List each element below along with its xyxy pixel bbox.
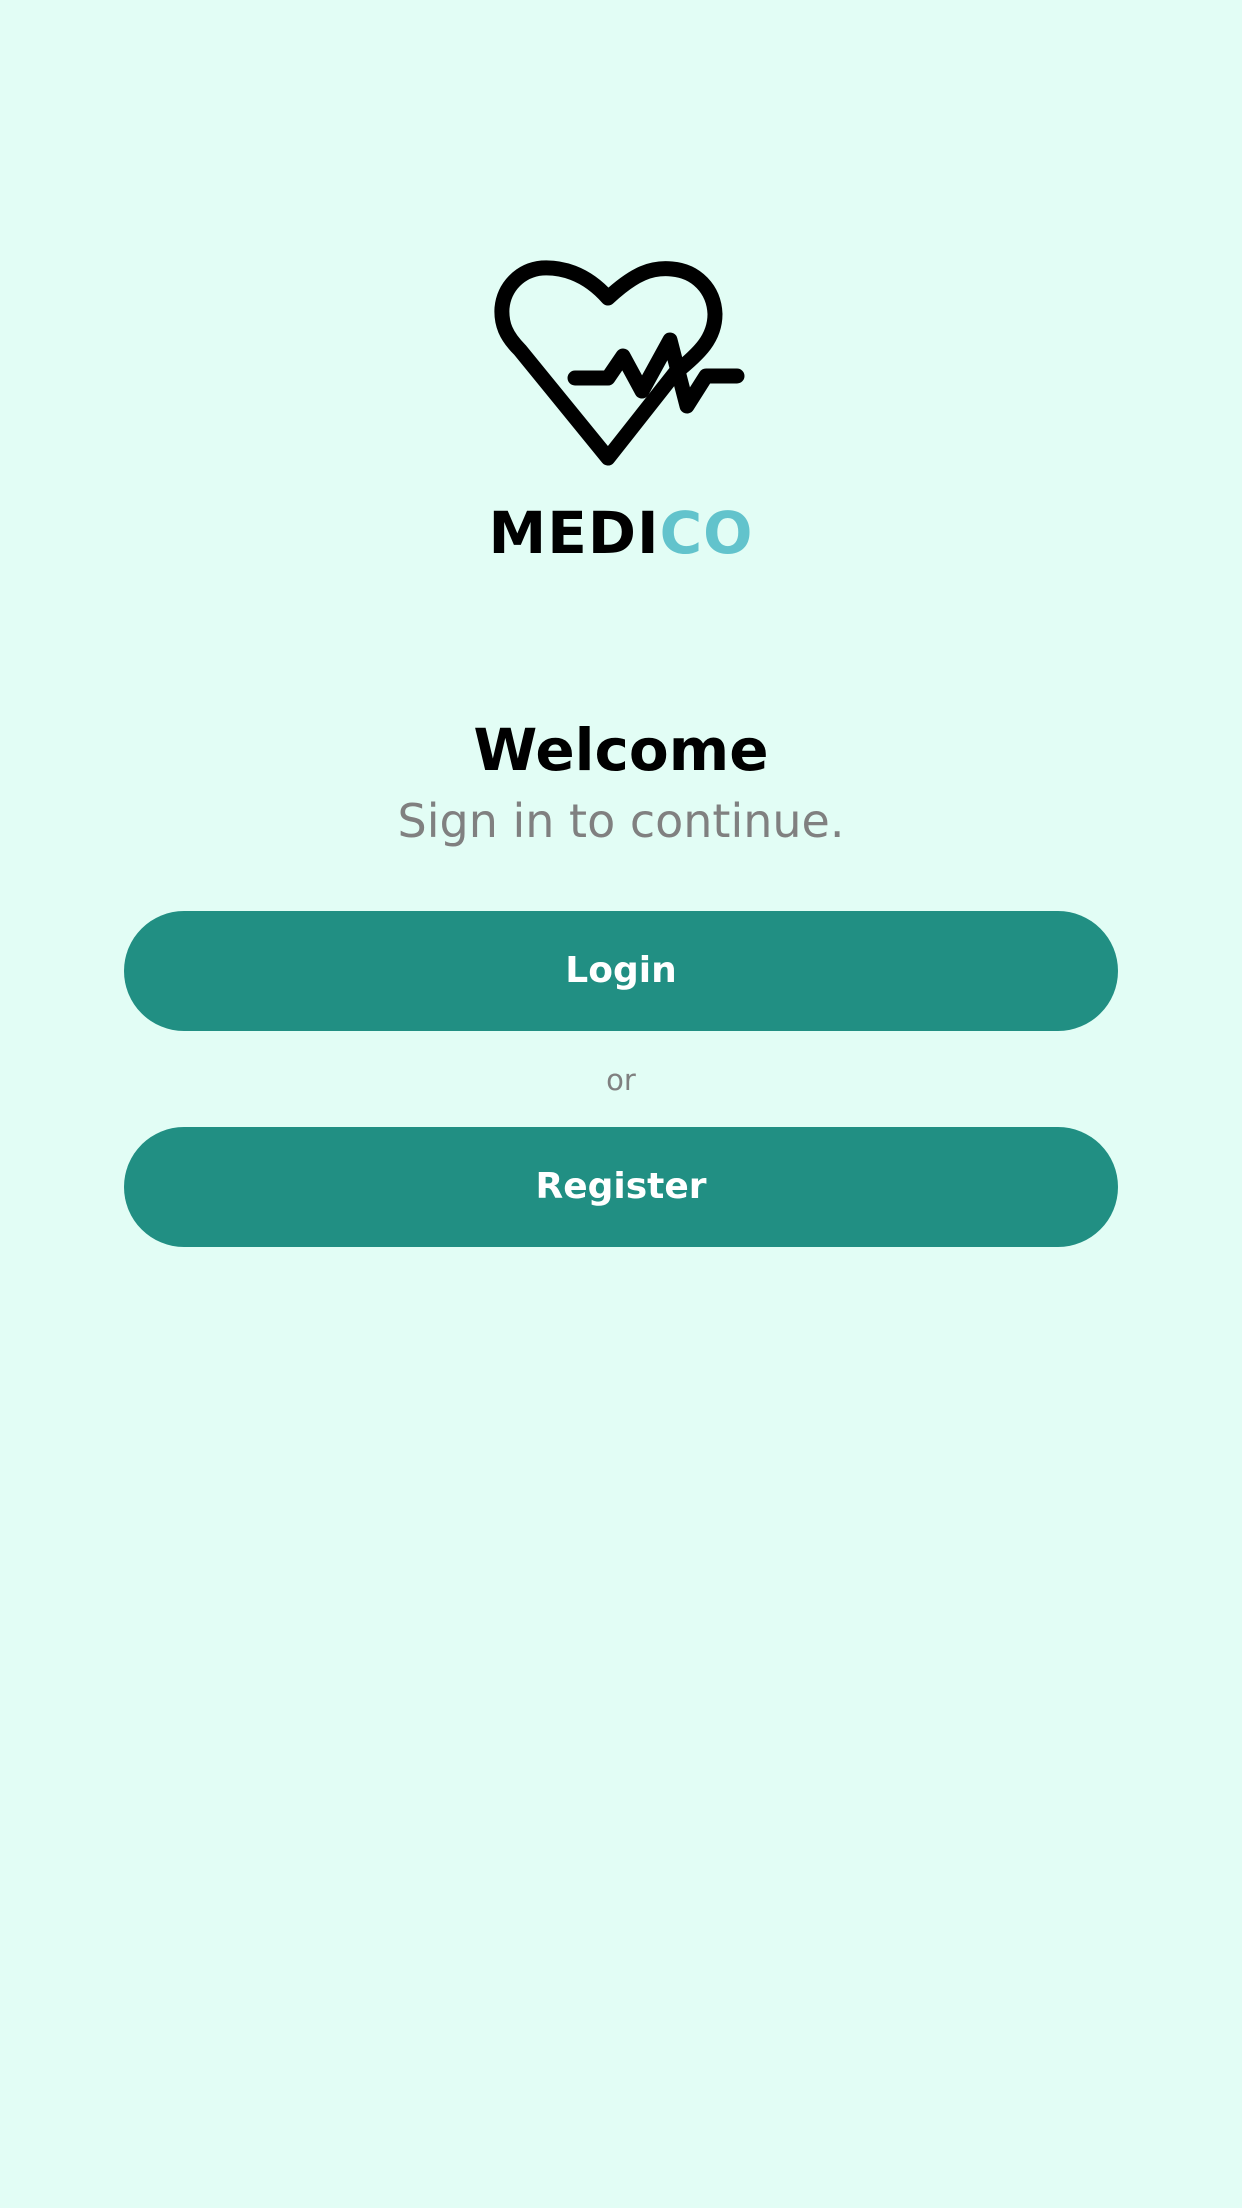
or-separator: or xyxy=(606,1063,636,1097)
brand-name-primary: MEDI xyxy=(488,499,660,567)
brand-name: MEDICO xyxy=(0,498,1242,568)
welcome-title: Welcome xyxy=(473,716,769,784)
login-button[interactable]: Login xyxy=(124,911,1118,1031)
heart-pulse-icon xyxy=(490,258,750,468)
register-button[interactable]: Register xyxy=(124,1127,1118,1247)
welcome-subtitle: Sign in to continue. xyxy=(397,794,845,848)
brand-name-accent: CO xyxy=(659,499,754,567)
